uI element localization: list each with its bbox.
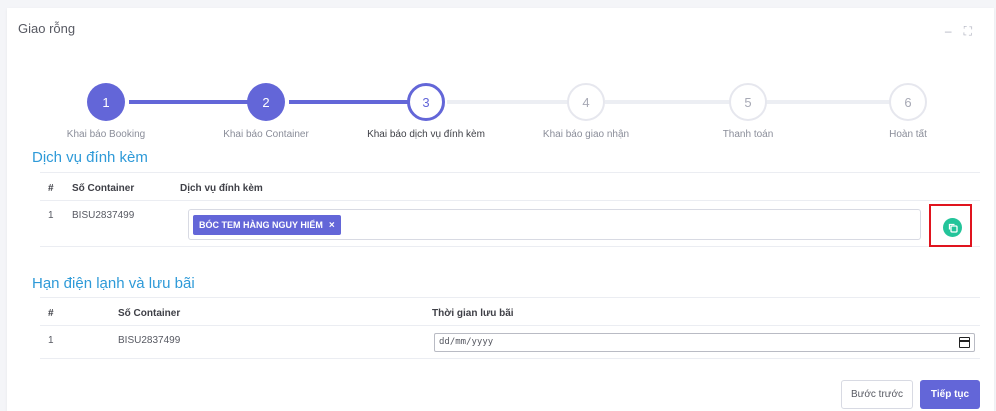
col-index: # [48, 183, 54, 194]
service-tag: BÓC TEM HÀNG NGUY HIỂM × [193, 215, 341, 235]
step-3-label: Khai báo dịch vụ đính kèm [367, 129, 485, 140]
previous-step-button[interactable]: Bước trước [841, 380, 913, 409]
fullscreen-icon[interactable]: ⛶ [964, 24, 984, 38]
row-index: 1 [48, 335, 54, 346]
stepper: 1 2 3 4 5 6 [7, 79, 994, 139]
table-row: 1 BISU2837499 dd/mm/yyyy [40, 326, 980, 359]
step-6-label: Hoàn tất [889, 129, 927, 140]
step-5-circle[interactable]: 5 [729, 83, 767, 121]
col-container: Số Container [72, 183, 135, 194]
step-4-circle[interactable]: 4 [567, 83, 605, 121]
step-connector [605, 100, 747, 104]
service-tag-label: BÓC TEM HÀNG NGUY HIỂM [199, 220, 323, 230]
table-row: 1 BISU2837499 BÓC TEM HÀNG NGUY HIỂM × [40, 201, 980, 247]
next-step-button[interactable]: Tiếp tục [920, 380, 980, 409]
date-placeholder: dd/mm/yyyy [439, 337, 494, 347]
copy-button[interactable] [943, 218, 962, 237]
col-storage-time: Thời gian lưu bãi [432, 308, 514, 319]
window-controls: –⛶ [945, 24, 984, 39]
step-2-circle[interactable]: 2 [247, 83, 285, 121]
highlight-box [929, 204, 972, 247]
services-table: # Số Container Dịch vụ đính kèm 1 BISU28… [40, 172, 980, 252]
step-3-circle[interactable]: 3 [407, 83, 445, 121]
remove-tag-icon[interactable]: × [329, 220, 335, 231]
services-table-header: # Số Container Dịch vụ đính kèm [40, 172, 980, 201]
calendar-icon[interactable] [959, 337, 970, 348]
card-title: Giao rỗng [18, 21, 76, 36]
storage-table-header: # Số Container Thời gian lưu bãi [40, 297, 980, 326]
minimize-icon[interactable]: – [945, 24, 964, 38]
services-section-title: Dịch vụ đính kèm [32, 149, 148, 166]
row-container: BISU2837499 [72, 210, 135, 221]
col-container: Số Container [118, 308, 181, 319]
step-5-label: Thanh toán [722, 129, 774, 140]
main-card: Giao rỗng –⛶ 1 2 3 4 5 6 Khai báo Bookin… [7, 8, 994, 411]
copy-icon [948, 223, 958, 233]
step-1-label: Khai báo Booking [66, 129, 146, 140]
step-connector [764, 100, 906, 104]
step-4-label: Khai báo giao nhận [542, 129, 630, 140]
service-multiselect[interactable]: BÓC TEM HÀNG NGUY HIỂM × [188, 209, 921, 240]
col-service: Dịch vụ đính kèm [180, 183, 263, 194]
step-connector [289, 100, 413, 104]
step-1-circle[interactable]: 1 [87, 83, 125, 121]
step-2-label: Khai báo Container [223, 129, 309, 140]
col-index: # [48, 308, 54, 319]
storage-section-title: Hạn điện lạnh và lưu bãi [32, 275, 195, 292]
row-index: 1 [48, 210, 54, 221]
step-6-circle[interactable]: 6 [889, 83, 927, 121]
storage-date-input[interactable]: dd/mm/yyyy [434, 333, 975, 352]
storage-table: # Số Container Thời gian lưu bãi 1 BISU2… [40, 297, 980, 363]
row-container: BISU2837499 [118, 335, 181, 346]
